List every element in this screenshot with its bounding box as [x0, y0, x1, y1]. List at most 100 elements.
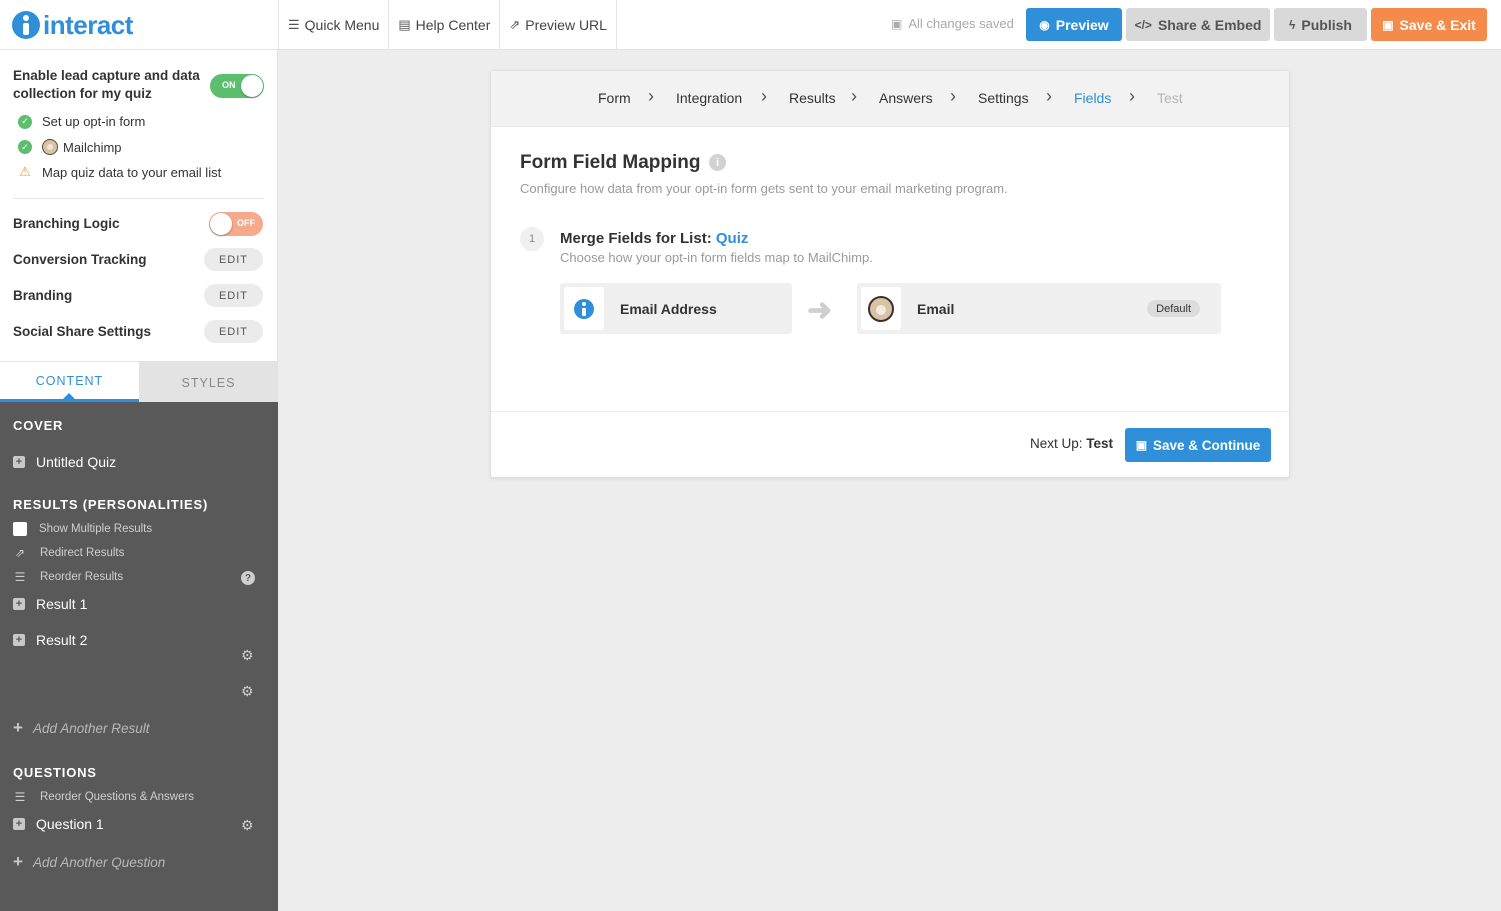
breadcrumb-answers[interactable]: Answers [879, 90, 933, 106]
help-center-label: Help Center [415, 16, 491, 33]
save-status-text: All changes saved [908, 16, 1014, 31]
question-label: Question 1 [36, 816, 104, 832]
breadcrumb-test: Test [1157, 90, 1183, 106]
help-center-button[interactable]: ▤ Help Center [388, 0, 499, 49]
social-share-label: Social Share Settings [13, 324, 152, 339]
target-field-box[interactable]: Email Default [857, 283, 1221, 334]
merge-prefix: Merge Fields for List: [560, 230, 716, 247]
mailchimp-icon [42, 139, 58, 155]
card-footer-divider [491, 411, 1289, 412]
tab-content[interactable]: CONTENT [0, 362, 139, 403]
cover-item[interactable]: + Untitled Quiz [13, 454, 116, 470]
share-embed-button[interactable]: </> Share & Embed [1126, 8, 1270, 41]
result-item[interactable]: + Result 1 [13, 596, 87, 612]
floppy-icon: ▣ [891, 16, 903, 31]
help-icon[interactable]: ? [241, 571, 255, 585]
chevron-right-icon: › [1046, 86, 1052, 106]
logo[interactable]: interact [12, 8, 278, 42]
source-field-box[interactable]: Email Address [560, 283, 792, 334]
checklist-item-optin[interactable]: ✓ Set up opt-in form [18, 114, 145, 129]
floppy-icon: ▣ [1382, 17, 1394, 32]
reorder-questions-item[interactable]: ☰ Reorder Questions & Answers [13, 790, 194, 804]
checklist-item-mailchimp[interactable]: ✓ Mailchimp [18, 139, 122, 155]
breadcrumb-fields[interactable]: Fields [1074, 90, 1111, 106]
social-edit-button[interactable]: EDIT [204, 320, 263, 343]
toggle-knob [241, 75, 263, 97]
breadcrumb-results[interactable]: Results [789, 90, 836, 106]
gear-icon[interactable]: ⚙ [241, 817, 254, 834]
next-up-prefix: Next Up: [1030, 436, 1087, 451]
save-continue-button[interactable]: ▣ Save & Continue [1125, 428, 1271, 462]
check-icon: ✓ [18, 114, 32, 129]
source-icon-box [564, 287, 604, 330]
show-multiple-label: Show Multiple Results [39, 523, 153, 535]
field-mapping-card: Form › Integration › Results › Answers ›… [490, 70, 1290, 478]
breadcrumb-form[interactable]: Form [598, 90, 631, 106]
divider [13, 198, 264, 199]
result-label: Result 1 [36, 596, 88, 612]
lead-capture-toggle[interactable]: ON [210, 74, 264, 98]
questions-heading: QUESTIONS [13, 765, 97, 780]
next-up-text: Next Up: Test [1030, 436, 1113, 451]
branching-logic-toggle[interactable]: OFF [209, 212, 263, 236]
next-up-value: Test [1086, 436, 1114, 451]
lightning-icon: ϟ [1289, 17, 1296, 32]
warning-icon: ⚠ [19, 164, 31, 179]
plus-icon: + [13, 718, 23, 737]
add-question-button[interactable]: + Add Another Question [13, 852, 165, 872]
book-icon: ▤ [398, 16, 411, 32]
mailchimp-icon [868, 295, 894, 322]
chevron-right-icon: › [851, 86, 857, 106]
plus-icon: + [13, 852, 23, 871]
tab-styles[interactable]: STYLES [139, 362, 278, 403]
breadcrumb-integration[interactable]: Integration [676, 90, 742, 106]
list-name-link[interactable]: Quiz [716, 230, 749, 247]
result-item[interactable]: + Result 2 [13, 632, 87, 648]
publish-button[interactable]: ϟ Publish [1274, 8, 1367, 41]
preview-label: Preview [1055, 16, 1109, 33]
sidebar: Enable lead capture and data collection … [0, 50, 278, 911]
branding-edit-button[interactable]: EDIT [204, 284, 263, 307]
save-continue-label: Save & Continue [1153, 437, 1261, 453]
quick-menu-button[interactable]: ☰ Quick Menu [278, 0, 388, 49]
breadcrumb-settings[interactable]: Settings [978, 90, 1029, 106]
expand-icon: + [13, 456, 25, 468]
share-embed-label: Share & Embed [1157, 16, 1262, 33]
target-icon-box [861, 287, 901, 330]
external-link-icon: ⇗ [509, 16, 521, 32]
conversion-tracking-label: Conversion Tracking [13, 252, 147, 267]
show-multiple-results-checkbox[interactable]: Show Multiple Results [13, 522, 152, 536]
gear-icon[interactable]: ⚙ [241, 647, 254, 664]
floppy-icon: ▣ [1135, 438, 1148, 452]
question-item[interactable]: + Question 1 [13, 816, 104, 832]
conversion-edit-button[interactable]: EDIT [204, 248, 263, 271]
reorder-results-item[interactable]: ☰ Reorder Results [13, 570, 123, 584]
external-link-icon: ⇗ [14, 546, 26, 560]
add-result-label: Add Another Result [32, 720, 150, 736]
info-icon[interactable]: i [709, 154, 726, 171]
preview-button[interactable]: ◉ Preview [1026, 8, 1122, 41]
menu-icon: ☰ [288, 16, 300, 32]
page-description: Configure how data from your opt-in form… [520, 181, 1008, 196]
redirect-results-item[interactable]: ⇗ Redirect Results [13, 546, 124, 560]
page-title: Form Field Mapping [520, 152, 701, 173]
content-panel: COVER + Untitled Quiz RESULTS (PERSONALI… [0, 402, 278, 911]
preview-url-button[interactable]: ⇗ Preview URL [499, 0, 617, 49]
expand-icon: + [13, 818, 25, 830]
check-icon: ✓ [18, 140, 32, 154]
checklist-item-map[interactable]: ⚠ Map quiz data to your email list [18, 164, 221, 180]
checklist-label: Map quiz data to your email list [42, 164, 222, 180]
toggle-on-text: ON [222, 80, 236, 90]
save-exit-button[interactable]: ▣ Save & Exit [1371, 8, 1487, 41]
interact-icon [574, 298, 594, 319]
toggle-off-text: OFF [237, 218, 255, 228]
step-number: 1 [520, 227, 544, 251]
preview-url-label: Preview URL [525, 16, 607, 33]
branding-label: Branding [13, 288, 73, 303]
results-heading: RESULTS (PERSONALITIES) [13, 497, 209, 512]
save-status: ▣ All changes saved [891, 16, 1014, 31]
lead-capture-label: Enable lead capture and data collection … [13, 68, 200, 101]
add-result-button[interactable]: + Add Another Result [13, 718, 150, 738]
gear-icon[interactable]: ⚙ [241, 683, 254, 700]
reorder-questions-label: Reorder Questions & Answers [40, 791, 195, 803]
